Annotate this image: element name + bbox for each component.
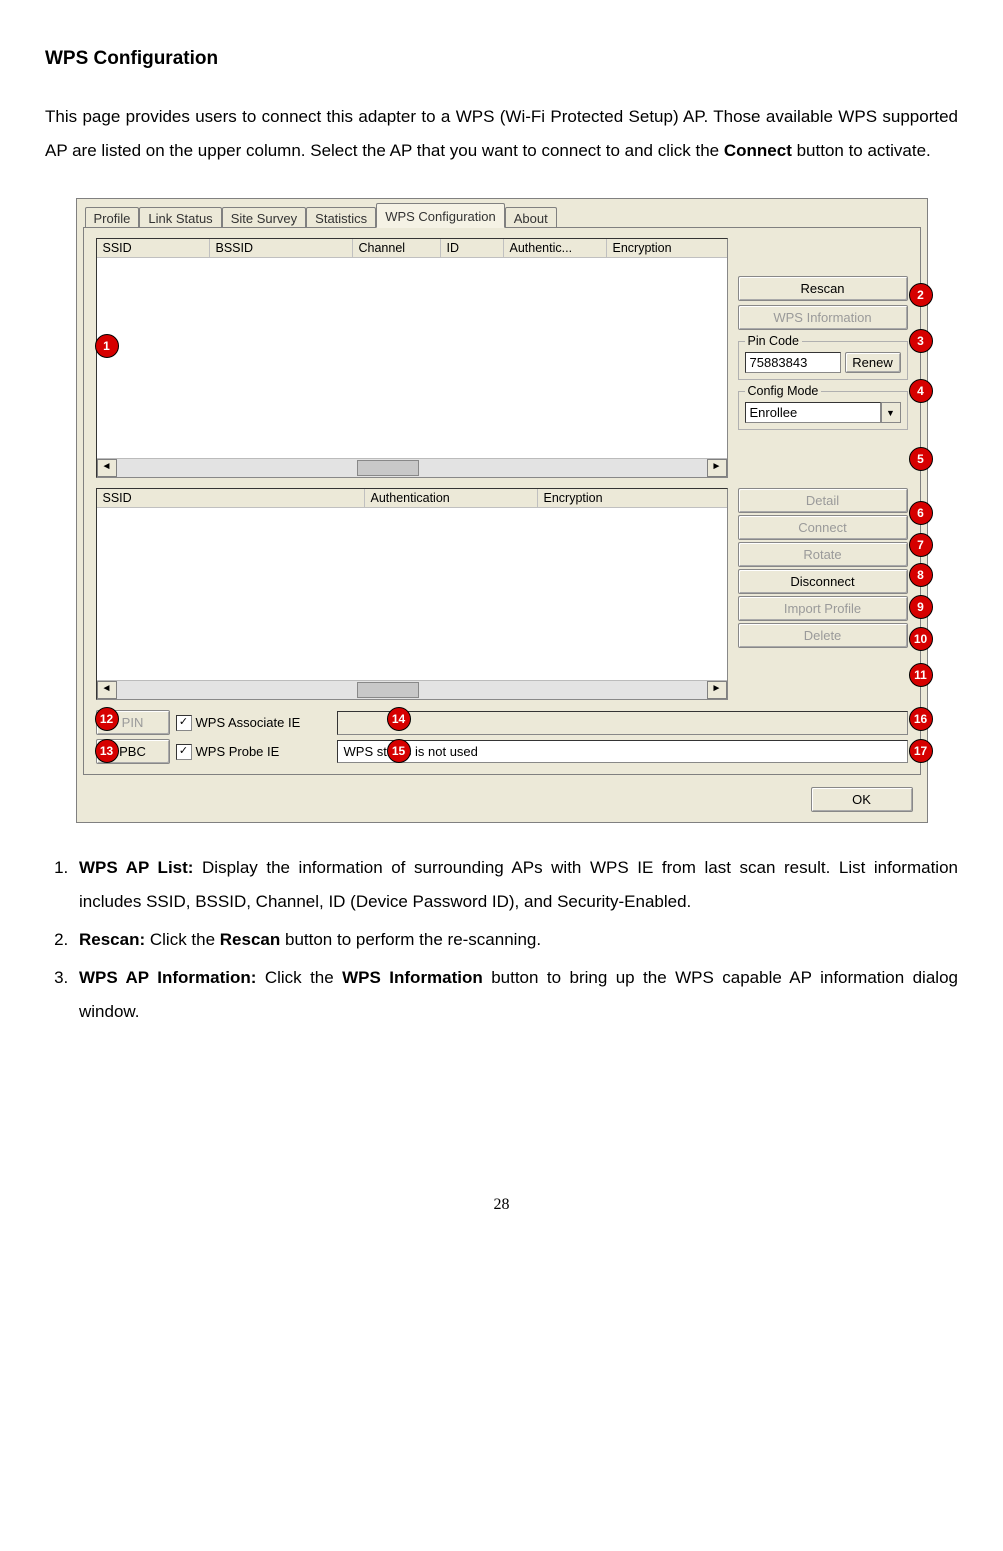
callout-9: 9 (909, 595, 933, 619)
col-channel[interactable]: Channel (353, 239, 441, 257)
scroll-right-icon[interactable]: ► (707, 681, 727, 699)
detail-button[interactable]: Detail (738, 488, 908, 513)
rescan-button[interactable]: Rescan (738, 276, 908, 301)
intro-text-b: button to activate. (792, 141, 931, 160)
callout-7: 7 (909, 533, 933, 557)
profile-list-body[interactable] (97, 508, 727, 680)
callout-15: 15 (387, 739, 411, 763)
wps-associate-checkbox[interactable]: ✓ WPS Associate IE (176, 715, 331, 731)
col-authentic[interactable]: Authentic... (504, 239, 607, 257)
pcol-encryption[interactable]: Encryption (538, 489, 727, 507)
checkbox-icon: ✓ (176, 744, 192, 760)
wps-progress-bar (337, 711, 908, 735)
callout-6: 6 (909, 501, 933, 525)
config-mode-label: Config Mode (745, 384, 822, 398)
lower-side-column: Detail Connect Rotate Disconnect Import … (738, 488, 908, 700)
callout-8: 8 (909, 563, 933, 587)
callout-12: 12 (95, 707, 119, 731)
col-id[interactable]: ID (441, 239, 504, 257)
callout-14: 14 (387, 707, 411, 731)
callout-16: 16 (909, 707, 933, 731)
upper-side-column: Rescan WPS Information Pin Code 75883843… (738, 238, 908, 478)
callout-1: 1 (95, 334, 119, 358)
tab-panel: SSID BSSID Channel ID Authentic... Encry… (83, 227, 921, 775)
col-ssid[interactable]: SSID (97, 239, 210, 257)
scroll-right-icon[interactable]: ► (707, 459, 727, 477)
intro-bold: Connect (724, 141, 792, 160)
tab-site-survey[interactable]: Site Survey (222, 207, 306, 229)
wps-ap-list[interactable]: SSID BSSID Channel ID Authentic... Encry… (96, 238, 728, 478)
scroll-thumb[interactable] (357, 460, 419, 476)
list-item: WPS AP Information: Click the WPS Inform… (73, 961, 958, 1029)
pin-code-label: Pin Code (745, 334, 802, 348)
config-mode-dropdown[interactable]: Enrollee ▼ (745, 402, 901, 423)
tab-about[interactable]: About (505, 207, 557, 229)
list-item: WPS AP List: Display the information of … (73, 851, 958, 919)
scroll-thumb[interactable] (357, 682, 419, 698)
profile-list-scrollbar[interactable]: ◄ ► (97, 680, 727, 699)
intro-paragraph: This page provides users to connect this… (45, 100, 958, 168)
pcol-ssid[interactable]: SSID (97, 489, 365, 507)
callout-10: 10 (909, 627, 933, 651)
connect-button[interactable]: Connect (738, 515, 908, 540)
delete-button[interactable]: Delete (738, 623, 908, 648)
wps-associate-label: WPS Associate IE (196, 715, 301, 730)
wps-profile-list[interactable]: SSID Authentication Encryption ◄ ► (96, 488, 728, 700)
callout-11: 11 (909, 663, 933, 687)
wps-information-button[interactable]: WPS Information (738, 305, 908, 330)
checkbox-icon: ✓ (176, 715, 192, 731)
item2-bold: Rescan (220, 930, 280, 949)
list-item: Rescan: Click the Rescan button to perfo… (73, 923, 958, 957)
wps-probe-label: WPS Probe IE (196, 744, 280, 759)
tab-wps-configuration[interactable]: WPS Configuration (376, 203, 505, 228)
callout-5: 5 (909, 447, 933, 471)
page-number: 28 (45, 1189, 958, 1221)
pcol-authentication[interactable]: Authentication (365, 489, 538, 507)
tab-strip: Profile Link Status Site Survey Statisti… (77, 203, 927, 228)
config-mode-group: Config Mode Enrollee ▼ (738, 384, 908, 430)
wps-status-field: WPS status is not used (337, 740, 908, 763)
item3-mid: Click the (256, 968, 342, 987)
ok-button[interactable]: OK (811, 787, 913, 812)
pin-code-group: Pin Code 75883843 Renew (738, 334, 908, 380)
pin-code-field[interactable]: 75883843 (745, 352, 841, 373)
disconnect-button[interactable]: Disconnect (738, 569, 908, 594)
col-encryption[interactable]: Encryption (607, 239, 727, 257)
page-title: WPS Configuration (45, 40, 958, 78)
item3-bold: WPS Information (342, 968, 483, 987)
config-mode-value: Enrollee (745, 402, 881, 423)
callout-17: 17 (909, 739, 933, 763)
callout-2: 2 (909, 283, 933, 307)
scroll-left-icon[interactable]: ◄ (97, 459, 117, 477)
callout-3: 3 (909, 329, 933, 353)
ap-list-body[interactable] (97, 258, 727, 458)
scroll-left-icon[interactable]: ◄ (97, 681, 117, 699)
renew-button[interactable]: Renew (845, 352, 901, 373)
profile-list-header: SSID Authentication Encryption (97, 489, 727, 508)
ap-list-header: SSID BSSID Channel ID Authentic... Encry… (97, 239, 727, 258)
item2-mid: Click the (145, 930, 220, 949)
chevron-down-icon[interactable]: ▼ (881, 402, 901, 423)
callout-13: 13 (95, 739, 119, 763)
ap-list-scrollbar[interactable]: ◄ ► (97, 458, 727, 477)
item3-lead: WPS AP Information: (79, 968, 256, 987)
item1-rest: Display the information of surrounding A… (79, 858, 958, 911)
wps-probe-checkbox[interactable]: ✓ WPS Probe IE (176, 744, 331, 760)
tab-link-status[interactable]: Link Status (139, 207, 221, 229)
item2-rest: button to perform the re-scanning. (280, 930, 541, 949)
callout-4: 4 (909, 379, 933, 403)
tab-statistics[interactable]: Statistics (306, 207, 376, 229)
rotate-button[interactable]: Rotate (738, 542, 908, 567)
import-profile-button[interactable]: Import Profile (738, 596, 908, 621)
description-list: WPS AP List: Display the information of … (45, 851, 958, 1029)
wps-dialog: Profile Link Status Site Survey Statisti… (76, 198, 928, 823)
item1-lead: WPS AP List: (79, 858, 193, 877)
tab-profile[interactable]: Profile (85, 207, 140, 229)
item2-lead: Rescan: (79, 930, 145, 949)
col-bssid[interactable]: BSSID (210, 239, 353, 257)
